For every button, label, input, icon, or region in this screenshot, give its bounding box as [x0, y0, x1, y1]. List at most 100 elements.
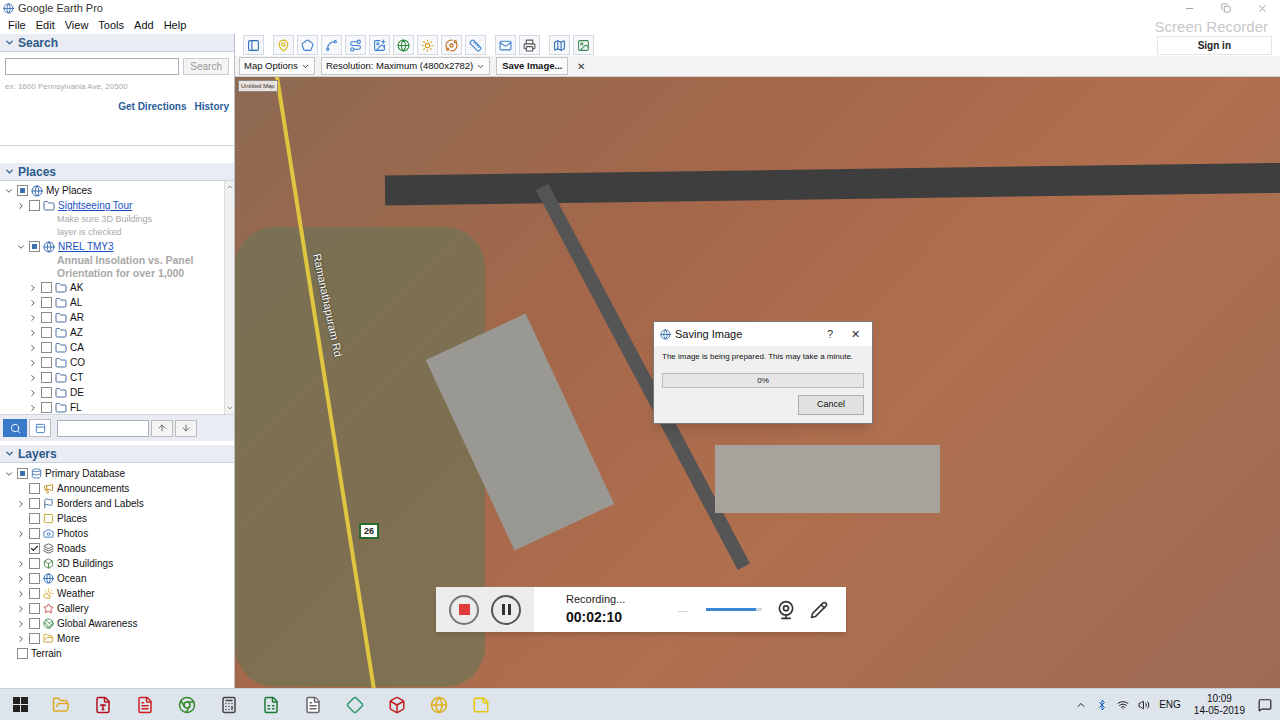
menu-item[interactable]: Add [134, 17, 154, 34]
collapsed-arrow-icon[interactable] [28, 373, 38, 383]
collapsed-arrow-icon[interactable] [28, 313, 38, 323]
expanded-arrow-icon[interactable] [16, 242, 26, 252]
volume-icon[interactable] [1138, 699, 1150, 711]
checkbox[interactable] [29, 498, 40, 509]
place-label[interactable]: AR [70, 310, 84, 325]
checkbox[interactable] [41, 312, 52, 323]
start-button[interactable] [0, 689, 40, 720]
pause-button[interactable] [491, 595, 521, 625]
layer-label[interactable]: More [57, 631, 80, 646]
layer-label[interactable]: Photos [57, 526, 88, 541]
cancel-button[interactable]: Cancel [798, 395, 864, 415]
checkbox[interactable] [29, 483, 40, 494]
search-link[interactable]: History [195, 99, 229, 114]
layer-label[interactable]: Ocean [57, 571, 86, 586]
checkbox[interactable] [29, 618, 40, 629]
checkbox[interactable] [17, 185, 28, 196]
tool-button[interactable] [465, 35, 486, 55]
place-label[interactable]: FL [70, 400, 82, 414]
tool-button[interactable] [243, 35, 264, 55]
taskbar-app[interactable] [124, 689, 166, 720]
panel-button[interactable] [29, 419, 51, 437]
clock[interactable]: 10:0914-05-2019 [1190, 693, 1249, 717]
layer-label[interactable]: Primary Database [45, 466, 125, 481]
help-button[interactable]: ? [819, 326, 841, 343]
checkbox[interactable] [41, 327, 52, 338]
layer-label[interactable]: Weather [57, 586, 95, 601]
taskbar-app[interactable] [250, 689, 292, 720]
menu-item[interactable]: Help [164, 17, 187, 34]
menu-item[interactable]: Tools [98, 17, 124, 34]
volume-slider[interactable] [706, 608, 762, 611]
menu-item[interactable]: File [8, 17, 26, 34]
checkbox[interactable] [29, 513, 40, 524]
place-label[interactable]: CT [70, 370, 83, 385]
collapsed-arrow-icon[interactable] [28, 298, 38, 308]
collapsed-arrow-icon[interactable] [28, 403, 38, 413]
checkbox[interactable] [41, 402, 52, 413]
layer-label[interactable]: Global Awareness [57, 616, 137, 631]
tool-button[interactable] [273, 35, 294, 55]
tray-expand-icon[interactable] [1075, 699, 1087, 711]
minimize-icon[interactable] [1184, 3, 1195, 14]
tool-button[interactable] [417, 35, 438, 55]
checkbox[interactable] [41, 297, 52, 308]
layer-label[interactable]: 3D Buildings [57, 556, 113, 571]
place-label[interactable]: AL [70, 295, 82, 310]
expanded-arrow-icon[interactable] [4, 186, 14, 196]
save-image-button[interactable]: Save Image... [496, 57, 568, 75]
collapsed-arrow-icon[interactable] [28, 283, 38, 293]
place-label[interactable]: CA [70, 340, 84, 355]
checkbox[interactable] [29, 558, 40, 569]
tool-button[interactable] [393, 35, 414, 55]
collapsed-arrow-icon[interactable] [16, 604, 26, 614]
place-label[interactable]: My Places [46, 183, 92, 198]
place-label[interactable]: Sightseeing Tour [58, 198, 132, 213]
checkbox[interactable] [41, 282, 52, 293]
tool-button[interactable] [441, 35, 462, 55]
taskbar-app[interactable] [292, 689, 334, 720]
section-header[interactable]: Layers [0, 445, 234, 463]
taskbar-app[interactable] [334, 689, 376, 720]
layer-label[interactable]: Terrain [31, 646, 62, 661]
tool-button[interactable] [573, 35, 594, 55]
language-indicator[interactable]: ENG [1159, 697, 1181, 712]
checkbox[interactable] [41, 387, 52, 398]
checkbox[interactable] [41, 372, 52, 383]
close-save-bar-button[interactable]: ✕ [574, 59, 588, 74]
collapsed-arrow-icon[interactable] [16, 619, 26, 629]
bluetooth-icon[interactable] [1096, 699, 1108, 711]
collapsed-arrow-icon[interactable] [28, 343, 38, 353]
place-label[interactable]: NREL TMY3 [58, 239, 114, 254]
taskbar-app[interactable] [376, 689, 418, 720]
search-input[interactable] [5, 58, 179, 75]
place-label[interactable]: AZ [70, 325, 83, 340]
taskbar-app[interactable] [82, 689, 124, 720]
checkbox[interactable] [29, 200, 40, 211]
layer-label[interactable]: Places [57, 511, 87, 526]
map-options-dropdown[interactable]: Map Options [239, 57, 315, 75]
filter-input[interactable] [57, 420, 149, 437]
search-button[interactable]: Search [183, 58, 229, 75]
taskbar-app[interactable] [460, 689, 502, 720]
resolution-dropdown[interactable]: Resolution: Maximum (4800x2782) [321, 57, 490, 75]
search-places-button[interactable] [3, 419, 27, 437]
layer-label[interactable]: Roads [57, 541, 86, 556]
map-view[interactable]: Untitled MapRamanathapuram Rd26Saving Im… [235, 77, 1280, 688]
place-label[interactable]: DE [70, 385, 84, 400]
checkbox[interactable] [17, 468, 28, 479]
tool-button[interactable] [369, 35, 390, 55]
webcam-icon[interactable] [776, 600, 796, 620]
collapsed-arrow-icon[interactable] [16, 589, 26, 599]
layer-label[interactable]: Gallery [57, 601, 89, 616]
place-label[interactable]: CO [70, 355, 85, 370]
pen-icon[interactable] [810, 601, 828, 619]
layer-label[interactable]: Borders and Labels [57, 496, 144, 511]
place-label[interactable]: AK [70, 280, 83, 295]
scroll-up-icon[interactable] [226, 183, 234, 191]
collapsed-arrow-icon[interactable] [16, 634, 26, 644]
search-link[interactable]: Get Directions [118, 99, 186, 114]
sign-in-button[interactable]: Sign in [1157, 36, 1272, 55]
scroll-down-icon[interactable] [226, 404, 234, 412]
checkbox[interactable] [29, 573, 40, 584]
